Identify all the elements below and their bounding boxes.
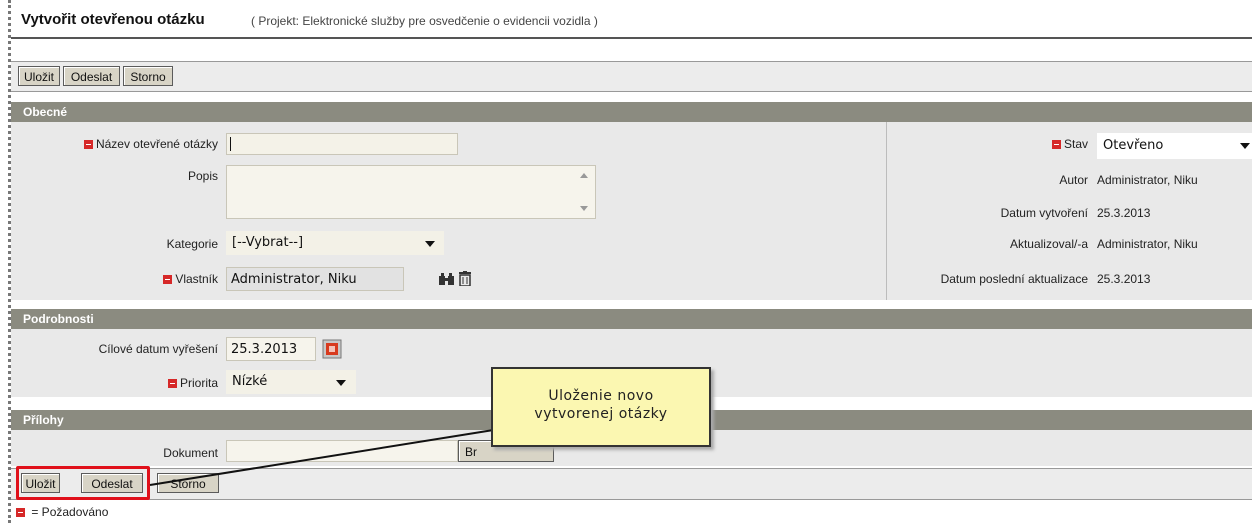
callout-note: Uloženie novo vytvorenej otázky — [491, 367, 711, 447]
callout-line-2: vytvorenej otázky — [534, 406, 668, 422]
callout-line-1: Uloženie novo — [548, 388, 654, 404]
